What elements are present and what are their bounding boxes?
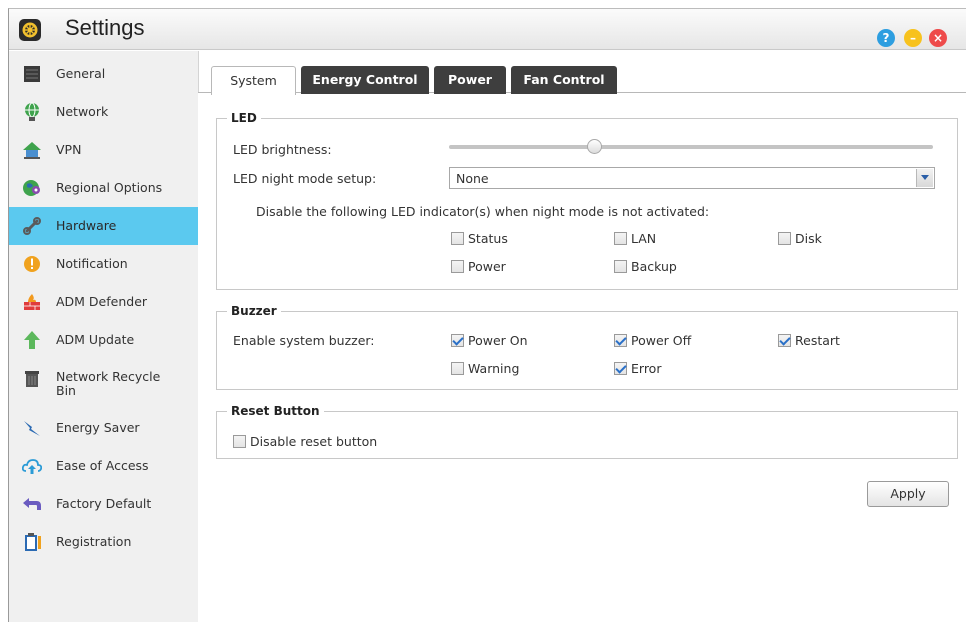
minimize-button[interactable]: – bbox=[904, 29, 922, 47]
checkbox-label: Power bbox=[468, 259, 506, 274]
sidebar-item-label: ADM Update bbox=[56, 332, 135, 347]
sidebar-item-label: Regional Options bbox=[56, 180, 163, 195]
checkbox-box[interactable] bbox=[614, 362, 627, 375]
buzzer-legend: Buzzer bbox=[227, 304, 281, 318]
checkbox-led-power[interactable]: Power bbox=[451, 259, 506, 274]
sidebar-item-regional-options[interactable]: Regional Options bbox=[9, 169, 198, 207]
lightning-icon bbox=[24, 421, 40, 436]
checkbox-box[interactable] bbox=[451, 334, 464, 347]
checkbox-buzzer-power-off[interactable]: Power Off bbox=[614, 333, 691, 348]
help-button[interactable]: ? bbox=[877, 29, 895, 47]
sidebar-item-label: Registration bbox=[56, 534, 132, 549]
vpn-house-icon bbox=[23, 142, 41, 159]
sidebar-item-factory-default[interactable]: Factory Default bbox=[9, 485, 198, 523]
checkbox-led-lan[interactable]: LAN bbox=[614, 231, 656, 246]
sidebar-item-label: Network Recycle Bin bbox=[56, 369, 161, 398]
trash-icon bbox=[25, 371, 39, 387]
checkbox-buzzer-power-on[interactable]: Power On bbox=[451, 333, 528, 348]
checkbox-led-disk[interactable]: Disk bbox=[778, 231, 822, 246]
checkbox-box[interactable] bbox=[451, 362, 464, 375]
sidebar-item-network-recycle-bin[interactable]: Network Recycle Bin bbox=[9, 359, 198, 398]
sidebar-item-network[interactable]: Network bbox=[9, 93, 198, 131]
tab-power[interactable]: Power bbox=[434, 66, 506, 94]
sidebar: General Network VPN Regional Options Har… bbox=[9, 51, 199, 622]
sidebar-item-adm-update[interactable]: ADM Update bbox=[9, 321, 198, 359]
firewall-icon bbox=[24, 294, 40, 310]
checkbox-buzzer-error[interactable]: Error bbox=[614, 361, 661, 376]
checkbox-led-status[interactable]: Status bbox=[451, 231, 508, 246]
buzzer-enable-label: Enable system buzzer: bbox=[233, 333, 375, 348]
sidebar-item-label: ADM Defender bbox=[56, 294, 148, 309]
checkbox-label: Disk bbox=[795, 231, 822, 246]
tab-fan-control[interactable]: Fan Control bbox=[511, 66, 617, 94]
sidebar-item-adm-defender[interactable]: ADM Defender bbox=[9, 283, 198, 321]
globe-network-icon bbox=[25, 102, 39, 121]
checkbox-label: Backup bbox=[631, 259, 677, 274]
checkbox-label: Restart bbox=[795, 333, 840, 348]
apply-button[interactable]: Apply bbox=[867, 481, 949, 507]
checkbox-label: Status bbox=[468, 231, 508, 246]
sidebar-item-label: Factory Default bbox=[56, 496, 152, 511]
checkbox-label: Warning bbox=[468, 361, 520, 376]
checkbox-box[interactable] bbox=[451, 232, 464, 245]
led-brightness-slider-track[interactable] bbox=[449, 145, 933, 149]
sidebar-item-ease-of-access[interactable]: Ease of Access bbox=[9, 447, 198, 485]
hardware-wrench-icon bbox=[23, 217, 41, 235]
clipboard-icon bbox=[25, 533, 41, 551]
update-arrow-icon bbox=[24, 331, 40, 349]
checkbox-label: Power On bbox=[468, 333, 528, 348]
tab-energy-control[interactable]: Energy Control bbox=[301, 66, 429, 94]
checkbox-box[interactable] bbox=[614, 260, 627, 273]
checkbox-label: Error bbox=[631, 361, 662, 376]
led-disable-description: Disable the following LED indicator(s) w… bbox=[256, 204, 710, 219]
tab-system[interactable]: System bbox=[211, 66, 296, 95]
sidebar-item-label: Network bbox=[56, 104, 109, 119]
sidebar-item-label: Hardware bbox=[56, 218, 117, 233]
sidebar-item-vpn[interactable]: VPN bbox=[9, 131, 198, 169]
undo-arrow-icon bbox=[23, 498, 41, 510]
buzzer-group: Buzzer bbox=[216, 304, 958, 390]
cloud-upload-icon bbox=[22, 459, 42, 474]
checkbox-label: Power Off bbox=[631, 333, 692, 348]
led-brightness-label: LED brightness: bbox=[233, 142, 332, 157]
checkbox-box[interactable] bbox=[614, 334, 627, 347]
led-brightness-slider-thumb[interactable] bbox=[586, 139, 602, 154]
reset-button-legend: Reset Button bbox=[227, 404, 324, 418]
checkbox-box[interactable] bbox=[233, 435, 246, 448]
sidebar-item-energy-saver[interactable]: Energy Saver bbox=[9, 409, 198, 447]
sidebar-item-registration[interactable]: Registration bbox=[9, 523, 198, 561]
checkbox-led-backup[interactable]: Backup bbox=[614, 259, 677, 274]
close-button[interactable]: × bbox=[929, 29, 947, 47]
settings-app-icon bbox=[19, 19, 41, 41]
sidebar-item-general[interactable]: General bbox=[9, 55, 198, 93]
checkbox-box[interactable] bbox=[614, 232, 627, 245]
checkbox-buzzer-restart[interactable]: Restart bbox=[778, 333, 840, 348]
alert-icon bbox=[24, 256, 40, 272]
led-night-mode-label: LED night mode setup: bbox=[233, 171, 377, 186]
checkbox-disable-reset-button[interactable]: Disable reset button bbox=[233, 434, 377, 449]
led-night-mode-value: None bbox=[456, 171, 489, 186]
chevron-down-icon[interactable] bbox=[916, 169, 933, 187]
led-night-mode-select[interactable]: None bbox=[449, 167, 935, 189]
window-title: Settings bbox=[65, 15, 145, 40]
server-icon bbox=[24, 66, 40, 82]
sidebar-item-label: VPN bbox=[56, 142, 82, 157]
checkbox-box[interactable] bbox=[778, 232, 791, 245]
checkbox-box[interactable] bbox=[778, 334, 791, 347]
sidebar-item-label: Ease of Access bbox=[56, 458, 149, 473]
led-legend: LED bbox=[227, 111, 261, 125]
sidebar-item-hardware[interactable]: Hardware bbox=[9, 207, 198, 245]
globe-location-icon bbox=[23, 180, 40, 196]
checkbox-label: LAN bbox=[631, 231, 657, 246]
sidebar-item-label: General bbox=[56, 66, 106, 81]
title-bar: Settings ? – × bbox=[9, 9, 966, 50]
sidebar-item-label: Notification bbox=[56, 256, 128, 271]
sidebar-item-label: Energy Saver bbox=[56, 420, 140, 435]
checkbox-buzzer-warning[interactable]: Warning bbox=[451, 361, 519, 376]
sidebar-item-notification[interactable]: Notification bbox=[9, 245, 198, 283]
checkbox-box[interactable] bbox=[451, 260, 464, 273]
checkbox-label: Disable reset button bbox=[250, 434, 378, 449]
